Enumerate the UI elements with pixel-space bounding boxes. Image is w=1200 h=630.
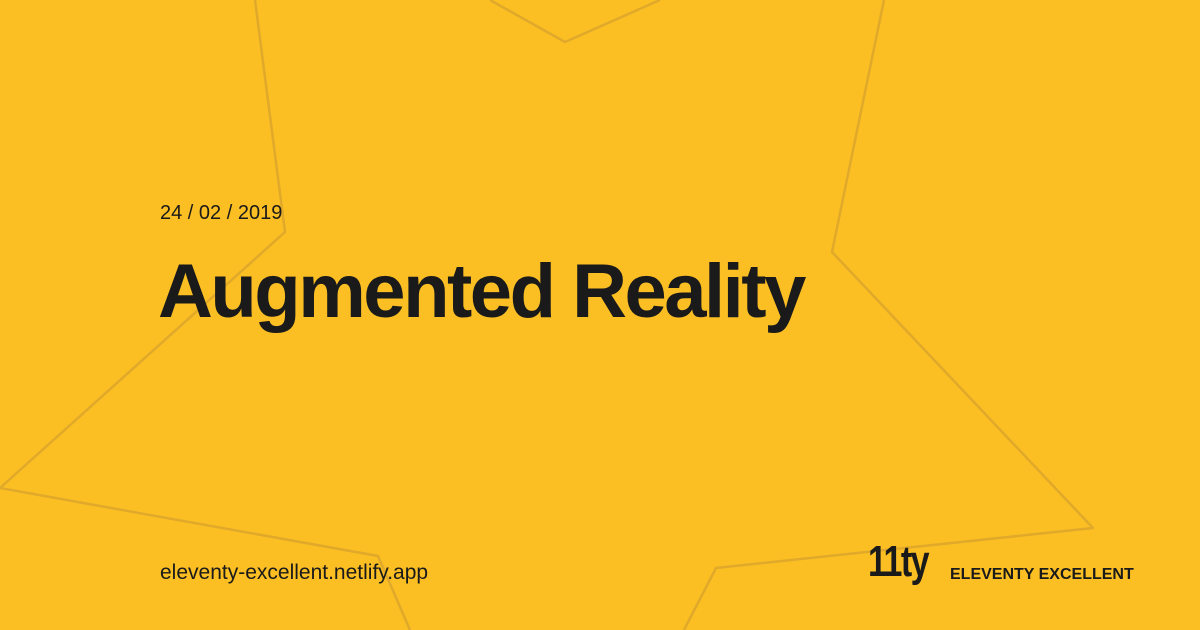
eleventy-logo-icon: 11ty (868, 537, 932, 586)
post-date: 24 / 02 / 2019 (160, 202, 283, 224)
brand-name: ELEVENTY EXCELLENT (950, 566, 1134, 583)
post-title: Augmented Reality (158, 249, 806, 334)
site-url: eleventy-excellent.netlify.app (160, 561, 429, 584)
social-card: 24 / 02 / 2019 Augmented Reality elevent… (0, 0, 1200, 630)
brand-logo-text: 11ty (868, 537, 930, 586)
brand: 11ty ELEVENTY EXCELLENT (868, 536, 1134, 588)
